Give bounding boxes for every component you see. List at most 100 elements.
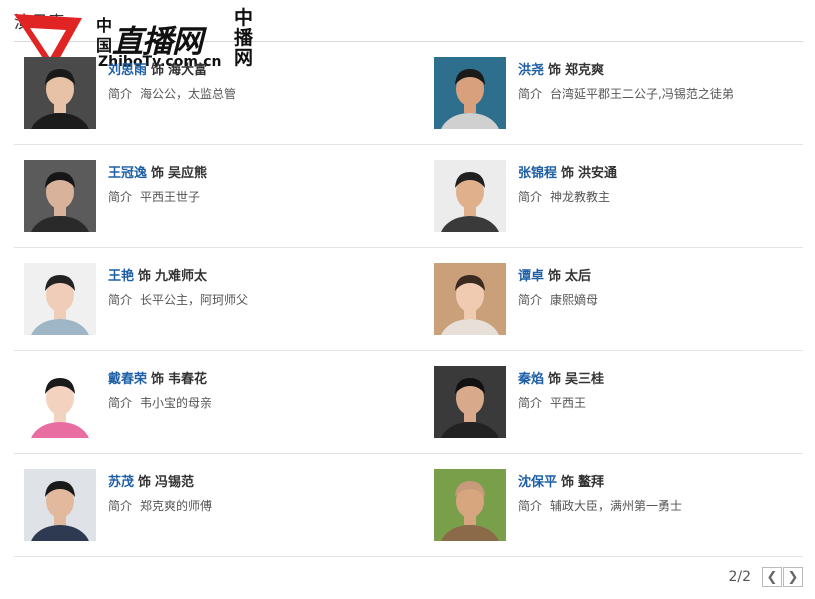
actor-photo[interactable] <box>434 57 506 129</box>
role-name: 洪安通 <box>578 166 618 181</box>
actor-photo[interactable] <box>434 263 506 335</box>
page-count: 2/2 <box>728 569 751 585</box>
role-name: 吴应熊 <box>168 166 208 181</box>
actor-photo[interactable] <box>24 263 96 335</box>
intro-label: 简介 <box>108 87 133 101</box>
actor-photo[interactable] <box>24 57 96 129</box>
chevron-right-icon: ❯ <box>787 569 799 585</box>
cast-name-line: 戴春荣饰韦春花 <box>108 368 207 387</box>
chevron-left-icon: ❮ <box>766 569 778 585</box>
intro-text: 康熙嫡母 <box>550 293 599 307</box>
cast-row: 王冠逸饰吴应熊 简介 平西王世子 张锦程饰洪安通 简介 神龙教教主 <box>14 145 803 248</box>
intro-label: 简介 <box>108 190 133 204</box>
role-intro: 简介 郑克爽的师傅 <box>108 497 212 514</box>
role-name: 郑克爽 <box>565 63 605 78</box>
cast-card[interactable]: 王冠逸饰吴应熊 简介 平西王世子 <box>14 145 408 247</box>
role-name: 吴三桂 <box>565 372 605 387</box>
role-separator: 饰 <box>151 166 165 181</box>
cast-row: 刘思雨饰海大富 简介 海公公，太监总管 洪尧饰郑克爽 简介 台湾延平郡王二公子,冯锡范之徒… <box>14 42 803 145</box>
cast-row: 苏茂饰冯锡范 简介 郑克爽的师傅 沈保平饰鳌拜 简介 辅政大臣，满州第一勇士 <box>14 454 803 557</box>
intro-label: 简介 <box>108 499 133 513</box>
next-page-button[interactable]: ❯ <box>783 567 803 587</box>
cast-card[interactable]: 刘思雨饰海大富简介 海公公，太监总管 <box>14 42 408 144</box>
intro-label: 简介 <box>108 293 133 307</box>
role-intro: 简介 康熙嫡母 <box>518 291 598 308</box>
cast-row: 戴春荣饰韦春花 简介 韦小宝的母亲 秦焰饰吴三桂 简介 平西王 <box>14 351 803 454</box>
actor-name-link[interactable]: 秦焰 <box>518 372 544 387</box>
actor-name-link[interactable]: 洪尧 <box>518 63 544 78</box>
intro-text: 郑克爽的师傅 <box>140 499 213 513</box>
cast-card[interactable]: 苏茂饰冯锡范简介 郑克爽的师傅 <box>14 454 408 556</box>
cast-name-line: 王艳饰九难师太 <box>108 265 207 284</box>
pagination: 2/2 ❮ ❯ <box>728 566 803 588</box>
cast-card[interactable]: 沈保平饰鳌拜简介 辅政大臣，满州第一勇士 <box>424 454 815 556</box>
role-intro: 简介 台湾延平郡王二公子,冯锡范之徒弟 <box>518 85 734 102</box>
cast-card[interactable]: 洪尧饰郑克爽简介 台湾延平郡王二公子,冯锡范之徒弟 <box>424 42 815 144</box>
role-intro: 简介 平西王世子 <box>108 188 200 205</box>
intro-label: 简介 <box>108 396 133 410</box>
actor-name-link[interactable]: 王艳 <box>108 269 134 284</box>
cast-name-line: 刘思雨饰海大富 <box>108 59 207 78</box>
role-separator: 饰 <box>561 166 575 181</box>
cast-grid: 刘思雨饰海大富 简介 海公公，太监总管 洪尧饰郑克爽 简介 台湾延平郡王二公子,冯锡范之徒… <box>14 42 803 557</box>
actor-name-link[interactable]: 沈保平 <box>518 475 557 490</box>
prev-page-button[interactable]: ❮ <box>762 567 782 587</box>
actor-name-link[interactable]: 刘思雨 <box>108 63 147 78</box>
actor-photo[interactable] <box>434 469 506 541</box>
role-intro: 简介 长平公主，阿珂师父 <box>108 291 248 308</box>
intro-text: 辅政大臣，满州第一勇士 <box>550 499 683 513</box>
role-name: 太后 <box>565 269 592 284</box>
role-separator: 饰 <box>561 475 575 490</box>
role-intro: 简介 海公公，太监总管 <box>108 85 236 102</box>
role-intro: 简介 平西王 <box>518 394 586 411</box>
cast-card[interactable]: 张锦程饰洪安通 简介 神龙教教主 <box>424 145 815 247</box>
intro-label: 简介 <box>518 293 543 307</box>
cast-name-line: 苏茂饰冯锡范 <box>108 471 194 490</box>
role-name: 九难师太 <box>155 269 208 284</box>
role-intro: 简介 辅政大臣，满州第一勇士 <box>518 497 682 514</box>
actor-photo[interactable] <box>24 160 96 232</box>
cast-name-line: 洪尧饰郑克爽 <box>518 59 604 78</box>
intro-text: 台湾延平郡王二公子,冯锡范之徒弟 <box>550 87 734 101</box>
role-name: 海大富 <box>168 63 208 78</box>
actor-name-link[interactable]: 苏茂 <box>108 475 134 490</box>
intro-label: 简介 <box>518 190 543 204</box>
intro-text: 神龙教教主 <box>550 190 611 204</box>
actor-photo[interactable] <box>24 469 96 541</box>
intro-label: 简介 <box>518 499 543 513</box>
cast-name-line: 张锦程饰洪安通 <box>518 162 617 181</box>
cast-card[interactable]: 戴春荣饰韦春花 简介 韦小宝的母亲 <box>14 351 408 453</box>
cast-card[interactable]: 秦焰饰吴三桂简介 平西王 <box>424 351 815 453</box>
cast-card[interactable]: 王艳饰九难师太简介 长平公主，阿珂师父 <box>14 248 408 350</box>
actor-photo[interactable] <box>434 160 506 232</box>
role-intro: 简介 神龙教教主 <box>518 188 610 205</box>
role-separator: 饰 <box>151 372 165 387</box>
actor-name-link[interactable]: 张锦程 <box>518 166 557 181</box>
role-separator: 饰 <box>548 269 562 284</box>
actor-name-link[interactable]: 谭卓 <box>518 269 544 284</box>
intro-text: 韦小宝的母亲 <box>140 396 213 410</box>
intro-text: 平西王世子 <box>140 190 201 204</box>
role-name: 鳌拜 <box>578 475 605 490</box>
actor-photo[interactable] <box>24 366 96 438</box>
role-name: 冯锡范 <box>155 475 195 490</box>
intro-label: 简介 <box>518 396 543 410</box>
cast-name-line: 沈保平饰鳌拜 <box>518 471 604 490</box>
cast-card[interactable]: 谭卓饰太后简介 康熙嫡母 <box>424 248 815 350</box>
role-intro: 简介 韦小宝的母亲 <box>108 394 212 411</box>
cast-name-line: 王冠逸饰吴应熊 <box>108 162 207 181</box>
cast-name-line: 谭卓饰太后 <box>518 265 591 284</box>
role-name: 韦春花 <box>168 372 208 387</box>
actor-name-link[interactable]: 戴春荣 <box>108 372 147 387</box>
intro-label: 简介 <box>518 87 543 101</box>
role-separator: 饰 <box>548 372 562 387</box>
actor-photo[interactable] <box>434 366 506 438</box>
role-separator: 饰 <box>151 63 165 78</box>
role-separator: 饰 <box>548 63 562 78</box>
intro-text: 长平公主，阿珂师父 <box>140 293 249 307</box>
actor-name-link[interactable]: 王冠逸 <box>108 166 147 181</box>
role-separator: 饰 <box>138 269 152 284</box>
intro-text: 海公公，太监总管 <box>140 87 237 101</box>
intro-text: 平西王 <box>550 396 587 410</box>
cast-row: 王艳饰九难师太 简介 长平公主，阿珂师父 谭卓饰太后 简介 康熙嫡母 <box>14 248 803 351</box>
